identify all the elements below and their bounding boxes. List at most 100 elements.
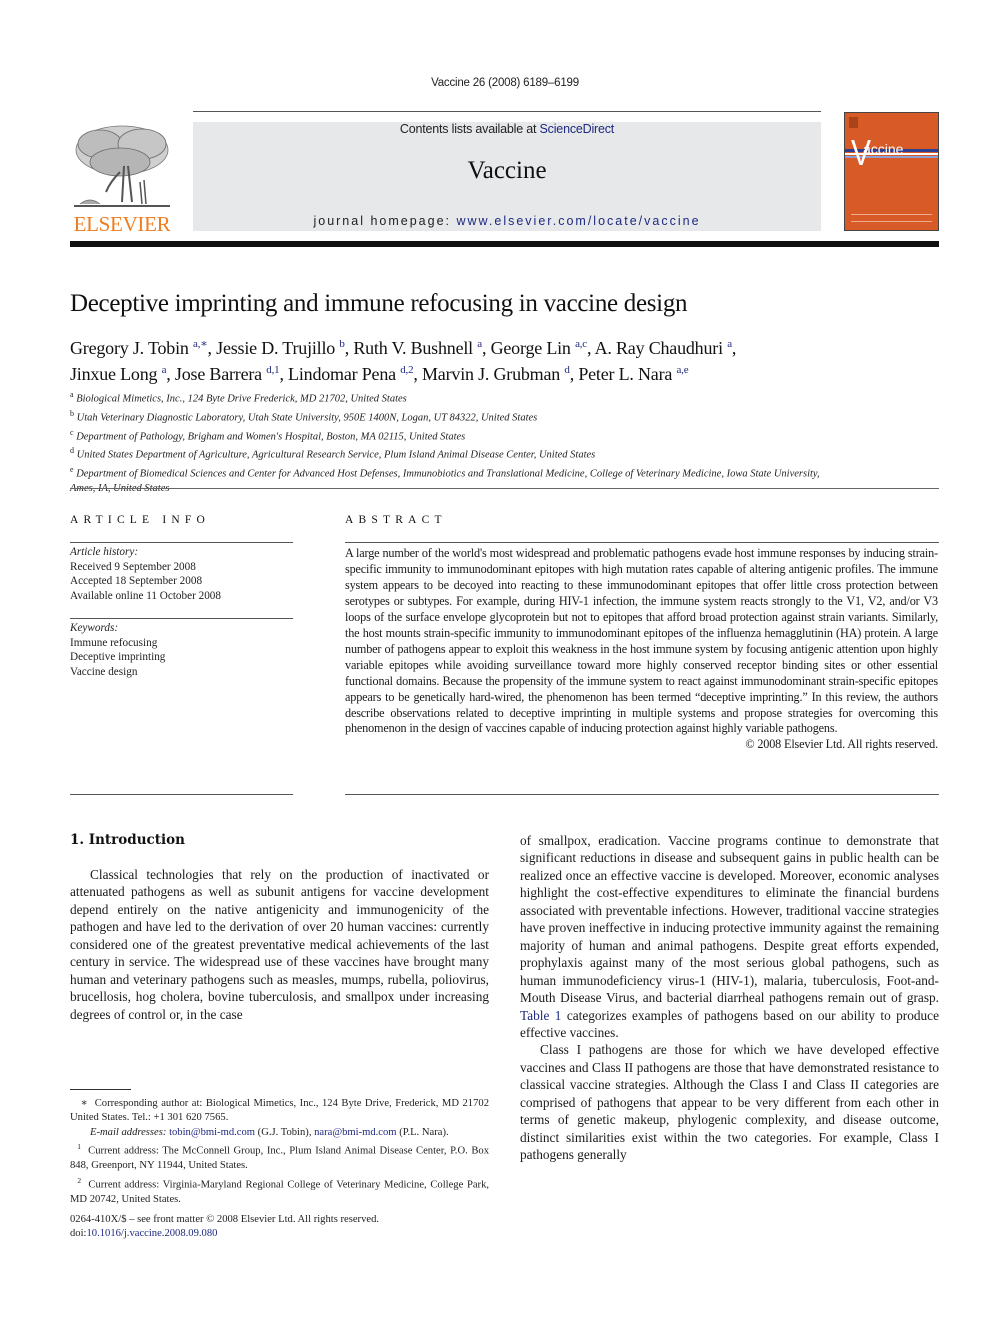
affiliation-text: Biological Mimetics, Inc., 124 Byte Driv… — [76, 393, 407, 405]
paragraph: Classical technologies that rely on the … — [70, 867, 489, 1022]
keyword: Immune refocusing — [70, 636, 158, 649]
journal-homepage: journal homepage: www.elsevier.com/locat… — [193, 214, 821, 228]
abstract-rule — [345, 542, 939, 543]
email-owner: (G.J. Tobin), — [255, 1126, 315, 1138]
abstract: A large number of the world's most wides… — [345, 546, 938, 753]
article-info-heading: ARTICLE INFO — [70, 514, 210, 526]
author-separator: , — [413, 364, 422, 384]
body-column-right: of smallpox, eradication. Vaccine progra… — [520, 832, 939, 1164]
author-separator: , — [481, 338, 491, 358]
keyword: Vaccine design — [70, 665, 138, 678]
abstract-copyright: © 2008 Elsevier Ltd. All rights reserved… — [745, 737, 938, 752]
front-matter: 0264-410X/$ – see front matter © 2008 El… — [70, 1213, 489, 1242]
contents-prefix: Contents lists available at — [399, 122, 540, 136]
received-date: Received 9 September 2008 — [70, 560, 196, 573]
abstract-text: A large number of the world's most wides… — [345, 546, 938, 736]
paragraph: Class I pathogens are those for which we… — [520, 1042, 939, 1163]
issn-line: 0264-410X/$ – see front matter © 2008 El… — [70, 1214, 380, 1225]
section-heading-introduction: 1. Introduction — [70, 832, 185, 848]
footnote-rule — [70, 1089, 131, 1090]
author-name: George Lin — [490, 338, 571, 358]
footnote-text: Corresponding author at: Biological Mime… — [70, 1098, 489, 1124]
article-history-label: Article history: — [70, 546, 139, 558]
footnote-mark: ∗ — [80, 1098, 88, 1109]
cover-title: accine — [863, 141, 904, 157]
author-name: Jose Barrera — [174, 364, 262, 384]
article-info-rule — [70, 542, 293, 543]
masthead-thick-rule — [70, 241, 939, 247]
affiliation-text: Department of Pathology, Brigham and Wom… — [76, 431, 466, 443]
affiliation: a Biological Mimetics, Inc., 124 Byte Dr… — [70, 388, 830, 407]
paragraph-text: of smallpox, eradication. Vaccine progra… — [520, 833, 939, 1006]
footnote-mark: 2 — [77, 1175, 82, 1185]
email-owner: (P.L. Nara). — [396, 1126, 449, 1138]
footnote-emails: E-mail addresses: tobin@bmi-md.com (G.J.… — [70, 1126, 489, 1140]
author-separator: , — [207, 338, 217, 358]
journal-cover-image: V accine — [844, 112, 939, 231]
contents-line: Contents lists available at ScienceDirec… — [193, 122, 821, 136]
author-name: Gregory J. Tobin — [70, 338, 189, 358]
body-column-left: Classical technologies that rely on the … — [70, 866, 489, 1023]
author-name: Jessie D. Trujillo — [216, 338, 336, 358]
keywords: Keywords: Immune refocusing Deceptive im… — [70, 621, 293, 679]
running-header: Vaccine 26 (2008) 6189–6199 — [431, 77, 579, 89]
author-affiliation-mark[interactable]: a,e — [676, 364, 688, 376]
author-name: Jinxue Long — [70, 364, 158, 384]
author-affiliation-mark[interactable]: a,c — [575, 338, 587, 350]
affiliation-text: United States Department of Agriculture,… — [76, 449, 596, 461]
footnote-corresponding: ∗ Corresponding author at: Biological Mi… — [70, 1097, 489, 1126]
affiliation-text: Utah Veterinary Diagnostic Laboratory, U… — [76, 412, 538, 424]
keywords-label: Keywords: — [70, 622, 119, 634]
footnote-1: 1 Current address: The McConnell Group, … — [70, 1140, 489, 1173]
affiliation: e Department of Biomedical Sciences and … — [70, 463, 830, 496]
author-separator: , — [279, 364, 289, 384]
header-rule — [193, 111, 821, 112]
article-history: Article history: Received 9 September 20… — [70, 545, 293, 603]
affiliation-key: a — [70, 390, 74, 399]
article-info-rule — [70, 618, 293, 619]
journal-title: Vaccine — [467, 157, 547, 184]
affiliation-key: d — [70, 446, 74, 456]
table-1-link[interactable]: Table 1 — [520, 1008, 561, 1023]
author-separator: , — [166, 364, 175, 384]
author-affiliation-mark[interactable]: a,∗ — [193, 338, 208, 350]
elsevier-wordmark: ELSEVIER — [73, 212, 171, 236]
abstract-rule — [345, 794, 939, 795]
footnotes: ∗ Corresponding author at: Biological Mi… — [70, 1097, 489, 1207]
cover-publisher-badge — [849, 117, 858, 128]
author-name: A. Ray Chaudhuri — [594, 338, 723, 358]
affiliation: c Department of Pathology, Brigham and W… — [70, 426, 830, 445]
abstract-heading: ABSTRACT — [345, 514, 447, 526]
affiliation-list: a Biological Mimetics, Inc., 124 Byte Dr… — [70, 388, 830, 496]
email-link-tobin[interactable]: tobin@bmi-md.com — [169, 1127, 255, 1138]
affiliation-key: e — [70, 465, 74, 475]
paragraph-text: categorizes examples of pathogens based … — [520, 1007, 939, 1040]
article-info-rule — [70, 794, 293, 795]
author-name: Peter L. Nara — [578, 364, 673, 384]
cover-footer-text — [851, 214, 932, 222]
author-separator: , — [586, 338, 595, 358]
article-title: Deceptive imprinting and immune refocusi… — [70, 290, 688, 317]
author-name: Marvin J. Grubman — [422, 364, 561, 384]
author-list: Gregory J. Tobin a,∗, Jessie D. Trujillo… — [70, 333, 950, 385]
footnote-text: Current address: The McConnell Group, In… — [70, 1145, 489, 1172]
email-link-nara[interactable]: nara@bmi-md.com — [314, 1127, 396, 1138]
section-rule — [70, 488, 939, 489]
affiliation-text: Department of Biomedical Sciences and Ce… — [70, 468, 820, 494]
homepage-prefix: journal homepage: — [313, 214, 457, 228]
author-separator: , — [731, 338, 737, 358]
footnote-mark: 1 — [77, 1142, 81, 1152]
affiliation: b Utah Veterinary Diagnostic Laboratory,… — [70, 407, 830, 426]
sciencedirect-link[interactable]: ScienceDirect — [540, 122, 615, 136]
keyword: Deceptive imprinting — [70, 651, 166, 663]
doi-label: doi: — [70, 1228, 87, 1240]
accepted-date: Accepted 18 September 2008 — [70, 575, 203, 587]
homepage-link[interactable]: www.elsevier.com/locate/vaccine — [457, 214, 701, 228]
paragraph: of smallpox, eradication. Vaccine progra… — [520, 832, 939, 1041]
doi-link[interactable]: 10.1016/j.vaccine.2008.09.080 — [86, 1228, 217, 1239]
footnote-2: 2 Current address: Virginia-Maryland Reg… — [70, 1174, 489, 1207]
author-name: Ruth V. Bushnell — [353, 338, 473, 358]
footnote-text: Current address: Virginia-Maryland Regio… — [70, 1179, 490, 1205]
author-affiliation-mark[interactable]: d,2 — [400, 364, 413, 376]
author-affiliation-mark[interactable]: d,1 — [266, 364, 279, 376]
